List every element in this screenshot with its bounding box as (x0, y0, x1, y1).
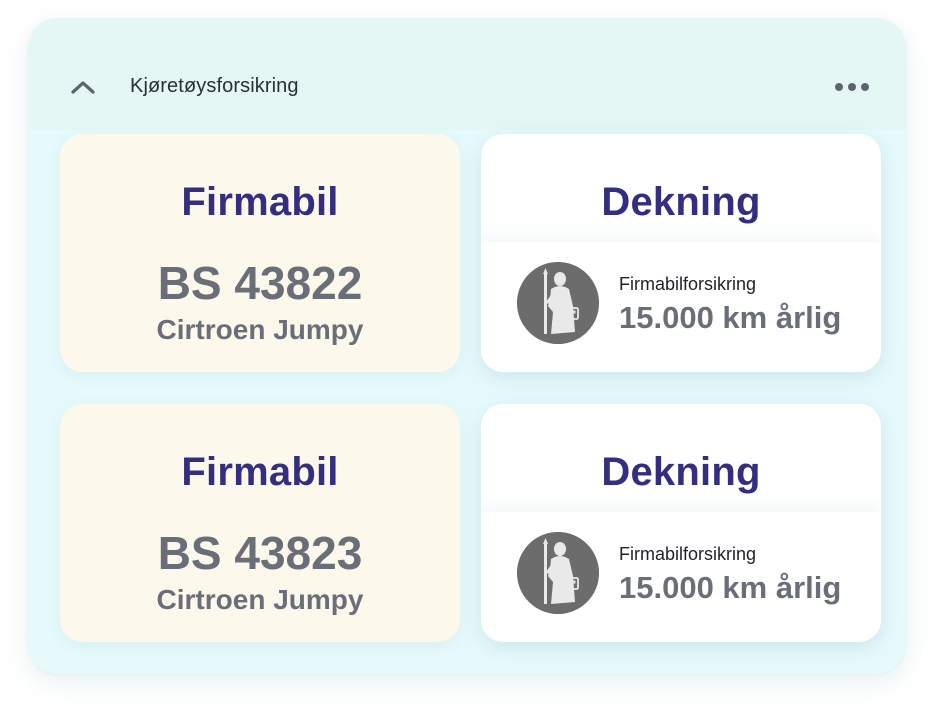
coverage-title: Dekning (601, 450, 761, 494)
coverage-name: Firmabilforsikring (619, 274, 757, 294)
panel-title: Kjøretøysforsikring (130, 75, 299, 97)
coverage-item[interactable]: Firmabilforsikring 15.000 km årlig (481, 512, 881, 642)
vehicle-type-label: Firmabil (181, 180, 339, 224)
coverage-name: Firmabilforsikring (619, 544, 757, 564)
license-plate: BS 43822 (157, 257, 363, 309)
collapse-toggle-button[interactable] (66, 72, 100, 102)
knight-shield-icon (517, 262, 599, 344)
vehicle-card[interactable]: Firmabil BS 43822 Cirtroen Jumpy (60, 134, 460, 372)
coverage-amount: 15.000 km årlig (619, 570, 842, 605)
vehicle-card[interactable]: Firmabil BS 43823 Cirtroen Jumpy (60, 404, 460, 642)
panel-header: Kjøretøysforsikring (28, 18, 906, 130)
chevron-up-icon (71, 81, 95, 94)
more-horizontal-icon (835, 83, 869, 91)
more-options-button[interactable] (830, 72, 874, 102)
coverage-card[interactable]: Dekning Firmabilforsikring 15.000 km årl… (481, 134, 881, 372)
coverage-title: Dekning (601, 180, 761, 224)
coverage-item[interactable]: Firmabilforsikring 15.000 km årlig (481, 242, 881, 372)
vehicle-type-label: Firmabil (181, 450, 339, 494)
vehicle-model: Cirtroen Jumpy (156, 314, 364, 345)
knight-shield-icon (517, 532, 599, 614)
license-plate: BS 43823 (157, 527, 363, 579)
vehicle-model: Cirtroen Jumpy (156, 584, 364, 615)
vehicle-insurance-panel: Kjøretøysforsikring Firmabil BS 43822 Ci… (28, 18, 906, 674)
coverage-amount: 15.000 km årlig (619, 300, 842, 335)
coverage-card[interactable]: Dekning Firmabilforsikring 15.000 km årl… (481, 404, 881, 642)
